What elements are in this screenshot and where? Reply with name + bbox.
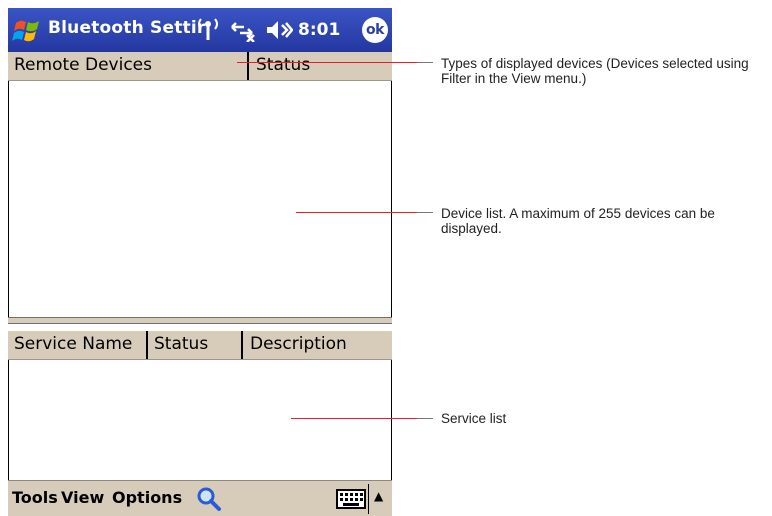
column-separator[interactable] [241, 331, 243, 359]
pane-splitter[interactable] [8, 317, 392, 324]
services-header: Service Name Status Description [8, 331, 392, 360]
callout-line-types-tail [417, 62, 433, 63]
callout-types-text: Types of displayed devices (Devices sele… [441, 56, 749, 86]
antenna-icon[interactable] [196, 16, 220, 42]
callout-line-service-list-tail [417, 418, 433, 419]
column-service-name[interactable]: Service Name [8, 331, 146, 358]
clock[interactable]: 8:01 [298, 20, 340, 40]
up-arrow-icon[interactable]: ▲ [374, 489, 383, 503]
menu-separator [368, 484, 369, 514]
connectivity-icon[interactable] [230, 18, 256, 42]
callout-device-list-text: Device list. A maximum of 255 devices ca… [441, 206, 715, 236]
devices-header: Remote Devices Status [8, 52, 392, 81]
callout-service-list-text: Service list [441, 411, 507, 426]
menu-bar: Tools View Options ▲ [8, 480, 392, 516]
device-list[interactable] [8, 81, 392, 317]
search-icon[interactable] [196, 486, 222, 512]
keyboard-icon[interactable] [336, 488, 366, 510]
callout-line-types [237, 62, 417, 63]
column-remote-devices[interactable]: Remote Devices [8, 52, 248, 79]
speaker-icon[interactable] [265, 18, 293, 42]
app-title: Bluetooth Settir [48, 18, 206, 38]
menu-options[interactable]: Options [112, 488, 182, 507]
menu-tools[interactable]: Tools [12, 488, 58, 507]
callout-line-device-list-tail [417, 212, 433, 213]
column-separator[interactable] [247, 52, 249, 80]
callout-line-device-list [296, 212, 417, 213]
ok-button[interactable]: ok [362, 17, 388, 43]
callout-line-service-list [291, 418, 417, 419]
column-description[interactable]: Description [244, 331, 392, 358]
device-screen: Bluetooth Settir 8:01 ok Remote Devices … [8, 8, 392, 516]
service-list[interactable] [8, 360, 392, 480]
title-bar: Bluetooth Settir 8:01 ok [8, 8, 392, 52]
column-status[interactable]: Status [250, 52, 392, 79]
column-service-status[interactable]: Status [148, 331, 240, 358]
menu-view[interactable]: View [61, 488, 104, 507]
windows-start-icon[interactable] [12, 17, 42, 45]
